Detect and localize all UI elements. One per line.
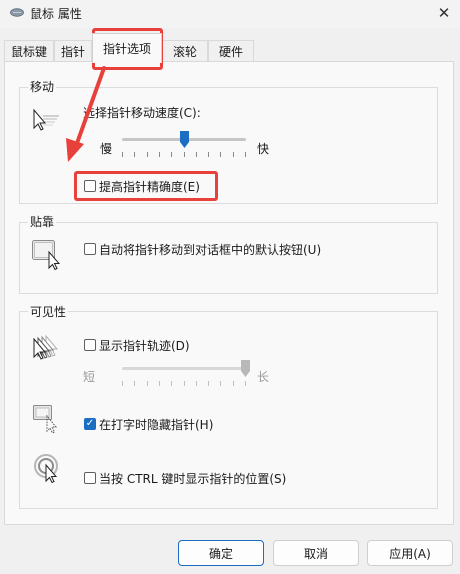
tab-label: 鼠标键 <box>10 45 47 59</box>
fast-label: 快 <box>257 142 270 156</box>
tab-buttons[interactable]: 鼠标键 <box>4 40 54 62</box>
tab-pointers[interactable]: 指针 <box>54 40 92 62</box>
slider-tick <box>184 381 185 386</box>
slider-tick <box>245 152 246 157</box>
slider-tick <box>220 381 221 386</box>
tab-label: 指针选项 <box>102 42 151 56</box>
ctrl-locate-checkbox[interactable] <box>84 472 96 484</box>
slider-tick <box>147 152 148 157</box>
slider-tick <box>233 381 234 386</box>
slider-tick <box>208 381 209 386</box>
pointer-speed-slider[interactable] <box>122 130 246 160</box>
slider-tick <box>171 381 172 386</box>
pointer-speed-icon <box>33 108 59 131</box>
slider-tick <box>220 152 221 157</box>
slider-tick <box>122 381 123 386</box>
slider-tick <box>245 381 246 386</box>
snap-checkbox[interactable] <box>84 243 96 255</box>
slider-tick <box>134 381 135 386</box>
slider-tick <box>208 152 209 157</box>
slider-tick <box>196 152 197 157</box>
close-button[interactable]: ✕ <box>428 0 460 26</box>
short-label: 短 <box>83 370 96 384</box>
tab-pointer-options[interactable]: 指针选项 <box>92 33 162 63</box>
slider-tick <box>196 381 197 386</box>
slider-tick <box>184 152 185 157</box>
tab-label: 指针 <box>60 45 85 59</box>
slider-tick <box>134 152 135 157</box>
tab-label: 滚轮 <box>172 45 197 59</box>
snap-group <box>19 222 438 294</box>
slider-track <box>122 367 246 370</box>
ctrl-locate-label: 当按 CTRL 键时显示指针的位置(S) <box>99 472 287 486</box>
ok-button[interactable]: 确定 <box>178 540 264 566</box>
window-title: 鼠标 属性 <box>30 7 82 21</box>
slider-tick <box>147 381 148 386</box>
trails-checkbox[interactable] <box>84 339 96 351</box>
slider-thumb[interactable] <box>180 131 189 148</box>
tab-wheel[interactable]: 滚轮 <box>162 40 208 62</box>
slider-tick <box>159 152 160 157</box>
slider-tick <box>122 152 123 157</box>
hide-pointer-icon <box>33 405 58 434</box>
snap-label: 自动将指针移动到对话框中的默认按钮(U) <box>99 243 322 257</box>
hide-pointer-checkbox[interactable]: ✓ <box>84 418 96 430</box>
hide-pointer-label: 在打字时隐藏指针(H) <box>99 418 214 432</box>
mouse-icon <box>10 8 24 17</box>
slider-tick <box>233 152 234 157</box>
close-icon: ✕ <box>437 4 451 22</box>
motion-group-title: 移动 <box>28 78 57 95</box>
cancel-button[interactable]: 取消 <box>273 540 359 566</box>
annotation-arrow <box>66 66 106 162</box>
visibility-group-title: 可见性 <box>28 303 69 320</box>
long-label: 长 <box>257 370 270 384</box>
trail-length-slider[interactable] <box>122 359 250 389</box>
annotation-highlight-precision <box>74 171 218 201</box>
tab-hardware[interactable]: 硬件 <box>208 40 254 62</box>
pointer-trails-icon <box>33 334 59 360</box>
slider-tick <box>171 152 172 157</box>
snap-group-title: 贴靠 <box>28 213 57 230</box>
snap-pointer-icon <box>32 240 61 271</box>
slider-tick <box>159 381 160 386</box>
tab-label: 硬件 <box>218 45 243 59</box>
pointer-location-icon <box>34 454 58 484</box>
trails-label: 显示指针轨迹(D) <box>99 339 190 353</box>
apply-button[interactable]: 应用(A) <box>367 540 453 566</box>
